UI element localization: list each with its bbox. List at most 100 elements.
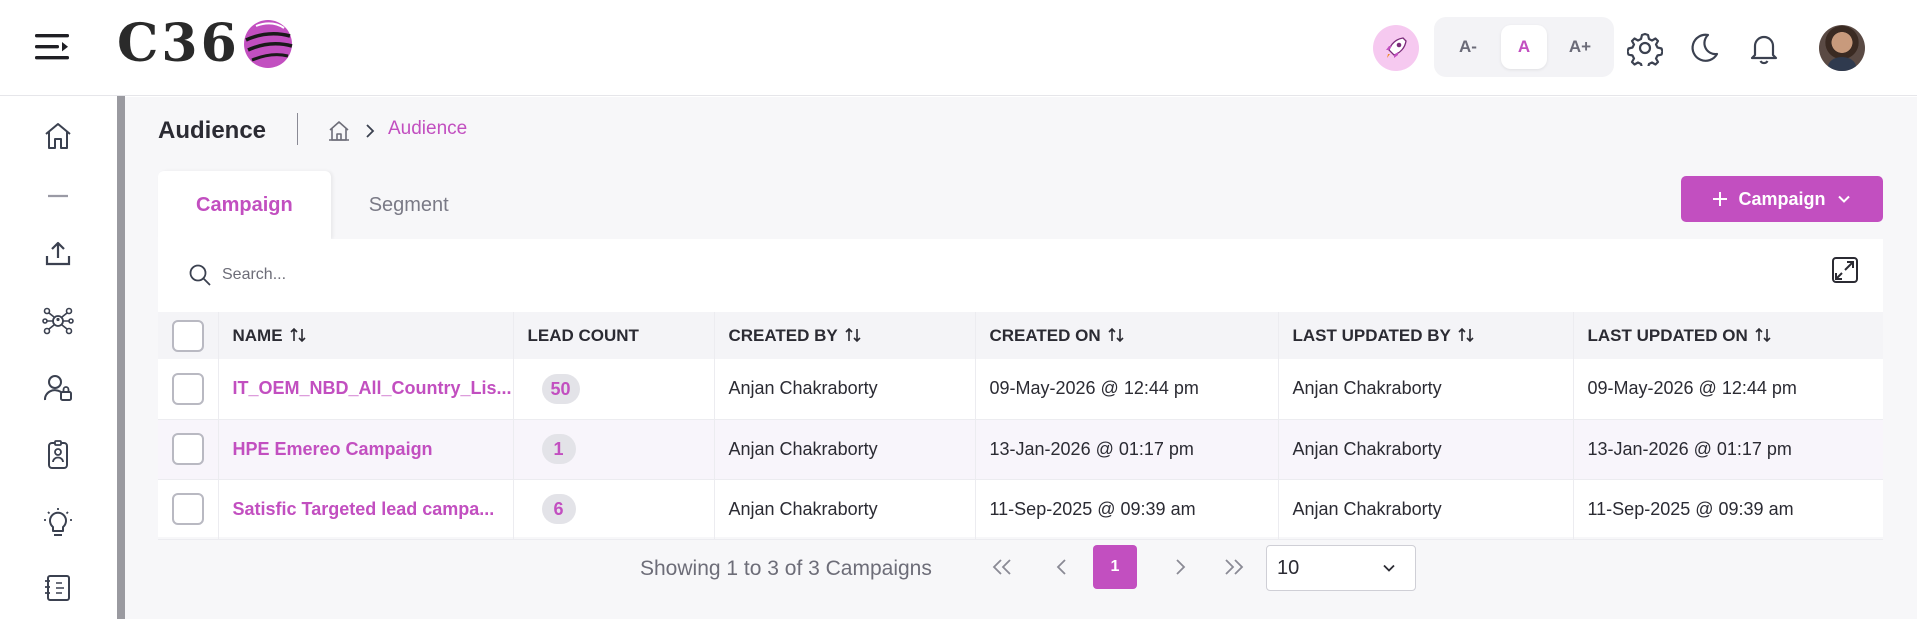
column-header-last-updated-on[interactable]: LAST UPDATED ON [1573, 312, 1883, 359]
breadcrumb-current: Audience [388, 118, 468, 139]
menu-icon[interactable] [34, 32, 70, 62]
chevron-down-icon [1383, 564, 1395, 572]
created-by-cell: Anjan Chakraborty [714, 479, 976, 539]
sort-icon[interactable] [844, 327, 862, 343]
sort-icon[interactable] [289, 327, 307, 343]
pagination-summary: Showing 1 to 3 of 3 Campaigns [640, 557, 932, 580]
sort-icon[interactable] [1754, 327, 1772, 343]
campaign-table: NAME LEAD COUNT CREATED BY CREATED ON LA… [158, 312, 1883, 540]
gear-icon[interactable] [1627, 30, 1663, 66]
select-all-checkbox[interactable] [172, 319, 204, 352]
add-campaign-button[interactable]: Campaign [1681, 176, 1883, 222]
last-updated-on-cell: 13-Jan-2026 @ 01:17 pm [1587, 438, 1792, 459]
lead-count-badge: 1 [541, 434, 576, 464]
per-page-select[interactable]: 10 [1266, 545, 1416, 591]
page-title: Audience [158, 117, 267, 144]
last-updated-on-cell: 09-May-2026 @ 12:44 pm [1587, 378, 1797, 399]
rocket-button[interactable] [1373, 25, 1419, 71]
last-updated-by-cell: Anjan Chakraborty [1278, 419, 1574, 479]
chevron-right-icon [366, 124, 375, 138]
tab-bar: Campaign Segment [158, 171, 487, 239]
font-size-controls: A- A A+ [1434, 17, 1614, 77]
expand-icon[interactable] [1831, 256, 1859, 284]
font-increase-button[interactable]: A+ [1557, 25, 1603, 69]
font-default-button[interactable]: A [1501, 25, 1547, 69]
column-header-lead-count: LEAD COUNT [513, 312, 715, 359]
next-page-button[interactable] [1158, 545, 1202, 589]
search-icon [189, 264, 211, 286]
column-header-last-updated-by[interactable]: LAST UPDATED BY [1278, 312, 1574, 359]
select-all-cell [158, 312, 219, 359]
network-icon[interactable] [42, 305, 74, 337]
users-icon[interactable] [42, 372, 74, 404]
chevron-left-icon [1056, 559, 1066, 575]
row-checkbox[interactable] [172, 372, 204, 405]
first-page-button[interactable] [980, 545, 1024, 589]
font-decrease-button[interactable]: A- [1445, 25, 1491, 69]
top-header: C36 A- A A+ [0, 0, 1917, 96]
last-page-button[interactable] [1212, 545, 1256, 589]
created-on-cell: 13-Jan-2026 @ 01:17 pm [975, 419, 1279, 479]
created-by-cell: Anjan Chakraborty [714, 359, 976, 419]
rocket-icon [1386, 37, 1407, 58]
brand-logo[interactable]: C36 [117, 16, 294, 72]
sort-icon[interactable] [1107, 327, 1125, 343]
table-header-row: NAME LEAD COUNT CREATED BY CREATED ON LA… [158, 312, 1883, 359]
row-select-cell [158, 479, 219, 539]
page-1-button[interactable]: 1 [1093, 545, 1137, 589]
prev-page-button[interactable] [1040, 545, 1084, 589]
logo-text: C36 [117, 13, 240, 74]
table-row[interactable]: Satisfic Targeted lead campa... 6 Anjan … [158, 479, 1883, 539]
last-updated-by-cell: Anjan Chakraborty [1278, 479, 1574, 539]
main-content: Audience Audience Campaign Segment Campa… [125, 97, 1917, 619]
user-avatar[interactable] [1819, 25, 1865, 71]
breadcrumb-home-icon[interactable] [327, 119, 351, 143]
search-input[interactable] [222, 257, 822, 293]
tab-campaign[interactable]: Campaign [158, 171, 331, 239]
sidebar-resize-handle[interactable] [117, 96, 125, 619]
plus-icon [1713, 192, 1728, 206]
moon-icon[interactable] [1686, 30, 1722, 66]
row-select-cell [158, 359, 219, 419]
book-icon[interactable] [42, 572, 74, 604]
tab-segment[interactable]: Segment [331, 171, 487, 239]
row-checkbox[interactable] [172, 433, 204, 465]
created-by-cell: Anjan Chakraborty [714, 419, 976, 479]
chevron-right-icon [1176, 559, 1186, 575]
campaign-name-link[interactable]: HPE Emereo Campaign [218, 419, 514, 479]
lead-count-cell: 50 [513, 359, 715, 419]
column-header-name[interactable]: NAME [218, 312, 514, 359]
row-select-cell [158, 419, 219, 479]
globe-logo-icon [243, 20, 293, 68]
pagination-bar: Showing 1 to 3 of 3 Campaigns 1 10 [158, 537, 1883, 597]
column-header-created-by[interactable]: CREATED BY [714, 312, 976, 359]
last-updated-by-cell: Anjan Chakraborty [1278, 359, 1574, 419]
dash-icon[interactable] [42, 180, 74, 212]
per-page-value: 10 [1277, 556, 1300, 579]
lead-count-cell: 1 [513, 419, 715, 479]
campaign-name-link[interactable]: IT_OEM_NBD_All_Country_Lis... [218, 359, 514, 419]
lightbulb-icon[interactable] [42, 507, 74, 539]
campaign-table-card: NAME LEAD COUNT CREATED BY CREATED ON LA… [158, 239, 1883, 540]
sort-icon[interactable] [1457, 327, 1475, 343]
column-header-created-on[interactable]: CREATED ON [975, 312, 1279, 359]
lead-count-badge: 50 [541, 373, 580, 404]
created-on-cell: 11-Sep-2025 @ 09:39 am [975, 479, 1279, 539]
sidebar [0, 96, 117, 619]
lead-count-badge: 6 [541, 494, 576, 524]
add-campaign-label: Campaign [1738, 188, 1826, 209]
row-checkbox[interactable] [172, 493, 204, 525]
lead-count-cell: 6 [513, 479, 715, 539]
home-icon[interactable] [42, 120, 74, 152]
campaign-name-link[interactable]: Satisfic Targeted lead campa... [218, 479, 514, 539]
table-row[interactable]: HPE Emereo Campaign 1 Anjan Chakraborty … [158, 419, 1883, 479]
chevron-down-icon [1837, 195, 1850, 203]
table-row[interactable]: IT_OEM_NBD_All_Country_Lis... 50 Anjan C… [158, 359, 1883, 419]
bell-icon[interactable] [1746, 30, 1782, 66]
chevrons-left-icon [992, 559, 1011, 575]
upload-icon[interactable] [42, 238, 74, 270]
created-on-cell: 09-May-2026 @ 12:44 pm [975, 359, 1279, 419]
last-updated-on-cell: 11-Sep-2025 @ 09:39 am [1587, 498, 1794, 519]
contact-card-icon[interactable] [42, 439, 74, 471]
title-divider [297, 113, 298, 145]
